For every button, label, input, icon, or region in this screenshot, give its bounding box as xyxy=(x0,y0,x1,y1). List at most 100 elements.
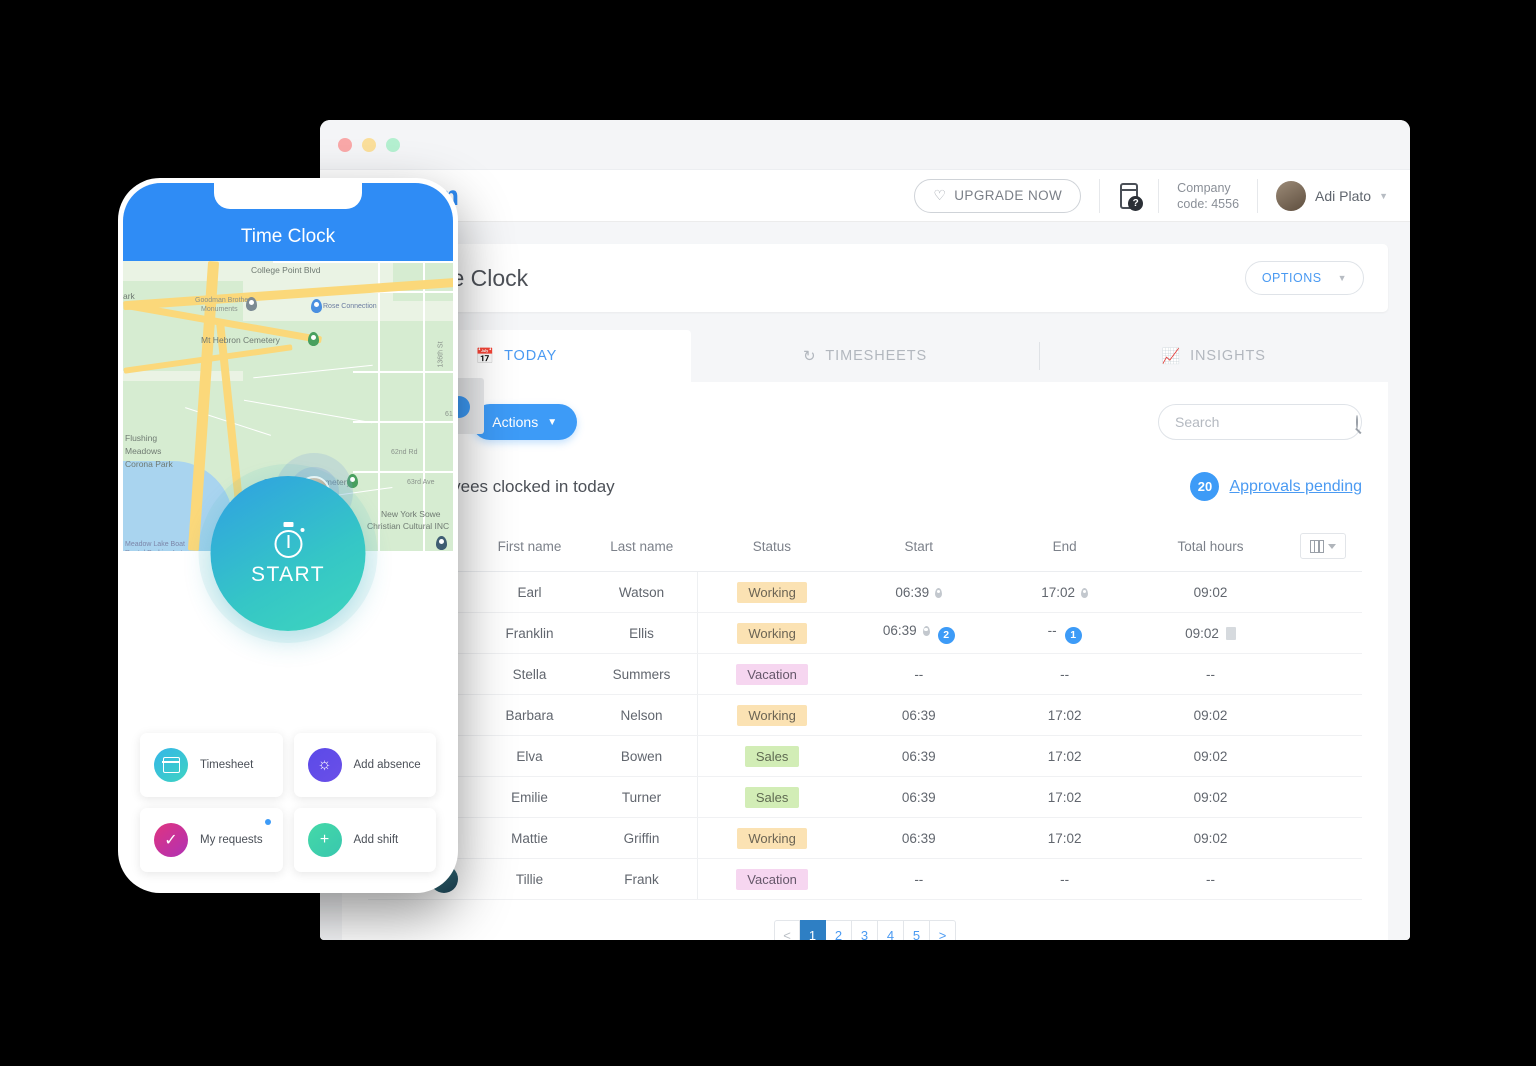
approvals-pending-link[interactable]: Approvals pending xyxy=(1229,478,1362,496)
cell-row-actions xyxy=(1283,776,1362,818)
table-row[interactable]: FranklinEllis Working 06:392--109:02 xyxy=(368,612,1362,654)
table-row[interactable]: Earl Watson Working 06:39 17:02 09:02 xyxy=(368,571,1362,613)
pagination-page-3[interactable]: 3 xyxy=(852,920,878,940)
company-code-line1: Company xyxy=(1177,180,1231,195)
sun-icon: ☼ xyxy=(307,748,342,782)
tile-timesheet[interactable]: Timesheet xyxy=(140,733,283,797)
map-label: New York Sowe xyxy=(381,509,441,519)
count-badge[interactable]: 2 xyxy=(937,626,955,644)
start-button-label: START xyxy=(251,562,325,586)
header-start[interactable]: Start xyxy=(845,521,992,572)
phone-header: Time Clock xyxy=(123,183,453,261)
map-label: Rose Connection xyxy=(323,303,377,310)
start-button[interactable]: START xyxy=(210,476,366,631)
tile-my-requests[interactable]: ✓ My requests xyxy=(140,808,283,872)
approvals-pending[interactable]: 20 Approvals pending xyxy=(1190,472,1362,501)
tab-bar: 📅 TODAY ↻ TIMESHEETS 📈 INSIGHTS xyxy=(342,330,1388,382)
cell-last-name: Summers xyxy=(585,653,698,695)
table-row[interactable]: Emilie Turner Sales 06:39 17:02 09:02 xyxy=(368,776,1362,818)
map-pin-icon[interactable] xyxy=(308,332,319,346)
search-box[interactable] xyxy=(1158,404,1362,440)
status-badge: Sales xyxy=(744,745,800,767)
table-row[interactable]: Tillie Frank Vacation -- -- -- xyxy=(368,858,1362,900)
status-badge: Vacation xyxy=(736,868,808,890)
pagination-page-1[interactable]: 1 xyxy=(800,920,826,940)
approvals-count-badge: 20 xyxy=(1190,472,1220,501)
map-label: College Point Blvd xyxy=(251,265,321,275)
phone-mockup: Time Clock College Point Blvd Goodman Br… xyxy=(118,178,458,893)
pagination-next[interactable]: > xyxy=(930,920,956,940)
cell-status: Working xyxy=(697,612,846,654)
cell-start: 06:39 2 xyxy=(845,612,992,654)
maximize-window-button[interactable] xyxy=(386,137,400,152)
header-last-name[interactable]: Last name xyxy=(585,521,698,572)
close-window-button[interactable] xyxy=(338,137,352,152)
screenshot-canvas: eam ♡ UPGRADE NOW ? Company code: 4556 A… xyxy=(0,0,1536,1066)
cell-row-actions xyxy=(1283,571,1362,613)
pagination-page-5[interactable]: 5 xyxy=(904,920,930,940)
start-button-wrap: START xyxy=(210,476,366,631)
status-badge: Vacation xyxy=(736,663,808,685)
header-first-name[interactable]: First name xyxy=(473,521,586,572)
user-name-label: Adi Plato xyxy=(1315,187,1372,204)
today-panel: ≡ Filter Actions ▼ 6/50 employees clocke… xyxy=(342,382,1388,940)
location-pin-icon xyxy=(922,625,930,636)
cell-total-hours: -- xyxy=(1137,653,1284,695)
column-settings-button[interactable] xyxy=(1299,533,1346,559)
pagination-page-2[interactable]: 2 xyxy=(826,920,852,940)
note-icon[interactable] xyxy=(1225,626,1236,640)
cell-row-actions xyxy=(1283,694,1362,736)
chevron-down-icon[interactable]: ▼ xyxy=(1379,191,1388,201)
options-button[interactable]: OPTIONS ▼ xyxy=(1244,261,1364,295)
table-header-row: First name Last name Status Start End To… xyxy=(368,521,1362,572)
actions-button[interactable]: Actions ▼ xyxy=(472,404,578,440)
header-status[interactable]: Status xyxy=(697,521,846,572)
cell-start: 06:39 xyxy=(845,817,992,859)
cell-total-hours: 09:02 xyxy=(1137,612,1284,654)
table-row[interactable]: Mattie Griffin Working 06:39 17:02 09:02 xyxy=(368,817,1362,859)
table-row[interactable]: Elva Bowen Sales 06:39 17:02 09:02 xyxy=(368,735,1362,777)
map-label: Corona Park xyxy=(125,459,173,469)
table-row[interactable]: Barbara Nelson Working 06:39 17:02 09:02 xyxy=(368,694,1362,736)
map-pin-icon[interactable] xyxy=(246,297,257,311)
cell-total-hours: 09:02 xyxy=(1137,776,1284,818)
header-end[interactable]: End xyxy=(991,521,1138,572)
map-label: Monuments xyxy=(201,306,238,313)
tile-add-absence[interactable]: ☼ Add absence xyxy=(293,733,436,797)
tile-timesheet-label: Timesheet xyxy=(200,759,254,771)
tile-add-shift[interactable]: + Add shift xyxy=(293,808,436,872)
cell-first-name: Mattie xyxy=(473,817,586,859)
cell-status: Vacation xyxy=(697,653,846,695)
cell-last-name: Nelson xyxy=(585,694,698,736)
header-total-hours[interactable]: Total hours xyxy=(1137,521,1284,572)
help-guide-icon[interactable]: ? xyxy=(1118,182,1144,211)
search-input[interactable] xyxy=(1175,414,1356,430)
tab-timesheets-label: TIMESHEETS xyxy=(825,348,928,364)
search-icon[interactable] xyxy=(1356,415,1358,429)
cell-end: -- 1 xyxy=(991,612,1138,654)
count-badge[interactable]: 1 xyxy=(1064,626,1082,644)
cell-last-name: Ellis xyxy=(585,612,698,654)
table-toolbar: ≡ Filter Actions ▼ xyxy=(368,404,1362,440)
cell-first-name: Earl xyxy=(473,571,586,613)
table-head: First name Last name Status Start End To… xyxy=(368,521,1362,572)
map-label: Flushing xyxy=(125,433,158,443)
cell-row-actions xyxy=(1283,653,1362,695)
map-pin-icon[interactable] xyxy=(436,536,447,550)
company-code-line2: code: 4556 xyxy=(1177,196,1240,211)
tab-insights[interactable]: 📈 INSIGHTS xyxy=(1039,330,1388,382)
tab-timesheets[interactable]: ↻ TIMESHEETS xyxy=(691,330,1040,382)
pagination-page-4[interactable]: 4 xyxy=(878,920,904,940)
cell-last-name: Frank xyxy=(585,858,698,900)
map-pin-icon[interactable] xyxy=(311,299,322,313)
tab-insights-label: INSIGHTS xyxy=(1190,348,1266,364)
upgrade-now-button[interactable]: ♡ UPGRADE NOW xyxy=(914,178,1082,213)
cell-end: -- xyxy=(991,653,1138,695)
pagination-prev[interactable]: < xyxy=(774,920,800,940)
upgrade-now-label: UPGRADE NOW xyxy=(954,188,1063,203)
minimize-window-button[interactable] xyxy=(362,137,376,152)
cell-status: Working xyxy=(697,571,846,613)
table-row[interactable]: StellaSummersVacation------ xyxy=(368,653,1362,695)
chevron-down-icon xyxy=(1327,543,1336,549)
status-badge: Working xyxy=(737,581,807,603)
